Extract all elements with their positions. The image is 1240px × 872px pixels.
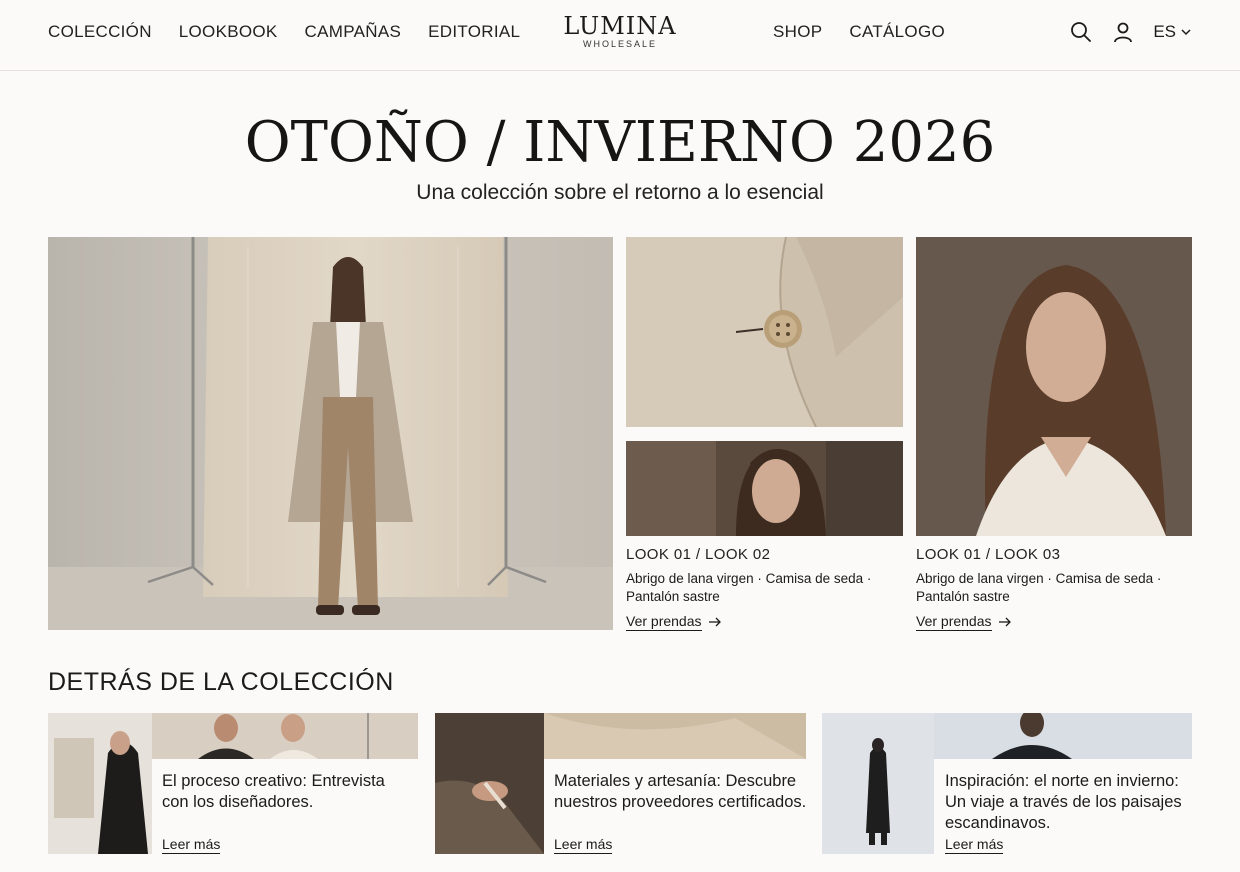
nav-link-catalogo[interactable]: CATÁLOGO <box>849 22 945 42</box>
view-garments-link-1[interactable]: Ver prendas <box>626 613 722 631</box>
language-selector[interactable]: ES <box>1153 22 1192 42</box>
view-garments-label-1: Ver prendas <box>626 613 702 631</box>
view-garments-link-2[interactable]: Ver prendas <box>916 613 1012 631</box>
view-garments-label-2: Ver prendas <box>916 613 992 631</box>
editorial-card-creative-process[interactable]: El proceso creativo: Entrevista con los … <box>48 713 418 854</box>
nav-link-lookbook[interactable]: LOOKBOOK <box>179 22 278 42</box>
look-description-1: Abrigo de lana virgen · Camisa de seda ·… <box>626 571 872 604</box>
hero-subtitle: Una colección sobre el retorno a lo esen… <box>416 181 824 204</box>
user-icon[interactable] <box>1111 20 1135 44</box>
nav-link-shop[interactable]: SHOP <box>773 22 822 42</box>
look-description-2: Abrigo de lana virgen · Camisa de seda ·… <box>916 571 1162 604</box>
language-label: ES <box>1153 22 1176 41</box>
editorial-card-inspiration[interactable]: Inspiración: el norte en invierno: Un vi… <box>822 713 1192 854</box>
look-label-1: LOOK 01 / LOOK 02 <box>626 546 771 563</box>
nav-link-coleccion[interactable]: COLECCIÓN <box>48 22 152 42</box>
read-more-link-3[interactable]: Leer más <box>945 836 1004 854</box>
top-navigation-bar: COLECCIÓN LOOKBOOK CAMPAÑAS EDITORIAL LU… <box>0 0 1240 71</box>
card-text-3: Inspiración: el norte en invierno: Un vi… <box>945 772 1182 832</box>
search-icon[interactable] <box>1069 20 1093 44</box>
arrow-right-icon <box>998 617 1011 627</box>
editorial-card-materials[interactable]: Materiales y artesanía: Descubre nuestro… <box>435 713 806 854</box>
secondary-nav: SHOP CATÁLOGO <box>773 22 945 42</box>
look-image-portrait-small[interactable] <box>626 441 903 536</box>
look-label-2: LOOK 01 / LOOK 03 <box>916 546 1061 563</box>
look-image-portrait-large[interactable] <box>916 237 1192 536</box>
chevron-down-icon <box>1181 29 1191 36</box>
read-more-link-1[interactable]: Leer más <box>162 836 221 854</box>
logo-wordmark: LUMINA <box>563 12 677 40</box>
card-text-1: El proceso creativo: Entrevista con los … <box>162 772 385 811</box>
nav-link-campanas[interactable]: CAMPAÑAS <box>305 22 402 42</box>
primary-nav: COLECCIÓN LOOKBOOK CAMPAÑAS EDITORIAL <box>48 22 520 42</box>
logo-subtitle: WHOLESALE <box>582 39 658 49</box>
section-title-behind-collection: DETRÁS DE LA COLECCIÓN <box>48 668 394 696</box>
arrow-right-icon <box>708 617 721 627</box>
read-more-link-2[interactable]: Leer más <box>554 836 613 854</box>
hero-image-model-coat[interactable] <box>48 237 613 630</box>
brand-logo[interactable]: LUMINA WHOLESALE <box>520 12 720 49</box>
nav-link-editorial[interactable]: EDITORIAL <box>428 22 520 42</box>
detail-image-coat-button[interactable] <box>626 237 903 427</box>
card-text-2: Materiales y artesanía: Descubre nuestro… <box>554 772 807 811</box>
hero-title: OTOÑO / INVIERNO 2026 <box>244 110 996 175</box>
header-actions: ES <box>1069 20 1192 44</box>
